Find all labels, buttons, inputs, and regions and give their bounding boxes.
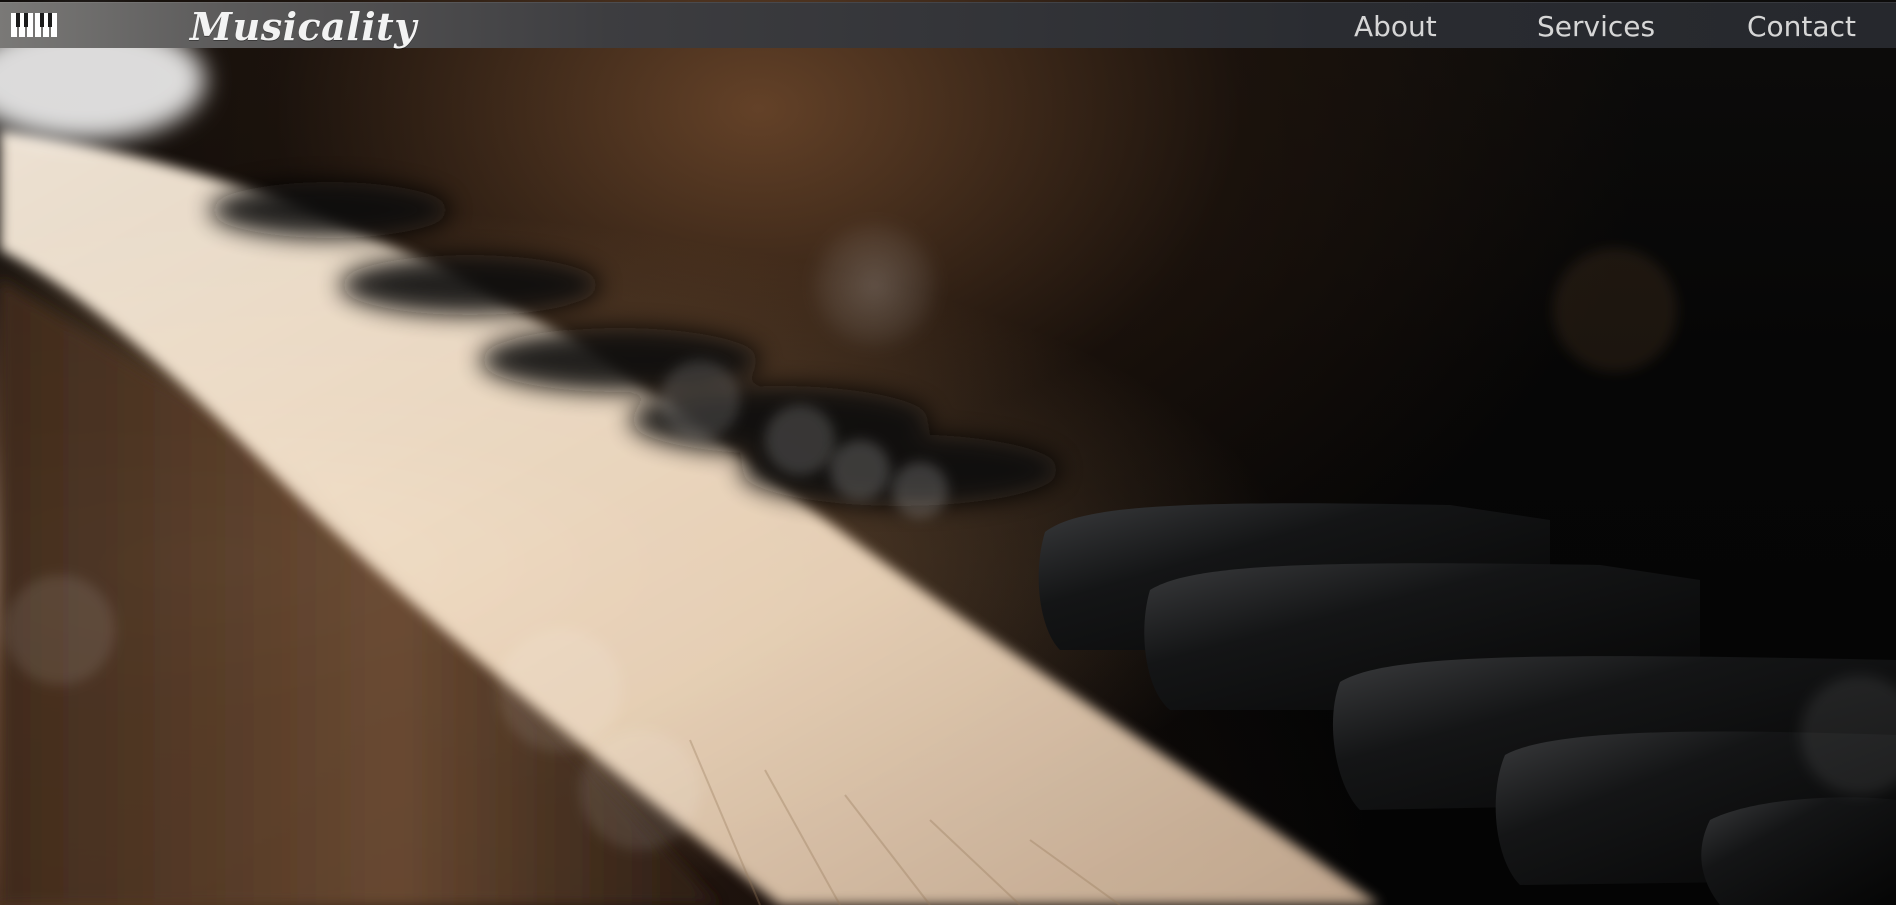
- piano-photo: [0, 20, 1896, 905]
- hero-background: [0, 0, 1896, 905]
- nav-link-contact[interactable]: Contact: [1747, 10, 1856, 44]
- piano-keys-icon[interactable]: [10, 12, 60, 38]
- brand-logo-text[interactable]: Musicality: [190, 5, 417, 49]
- top-navbar: Musicality About Services Contact: [0, 2, 1896, 49]
- nav-link-about[interactable]: About: [1354, 10, 1437, 44]
- nav-link-services[interactable]: Services: [1537, 10, 1655, 44]
